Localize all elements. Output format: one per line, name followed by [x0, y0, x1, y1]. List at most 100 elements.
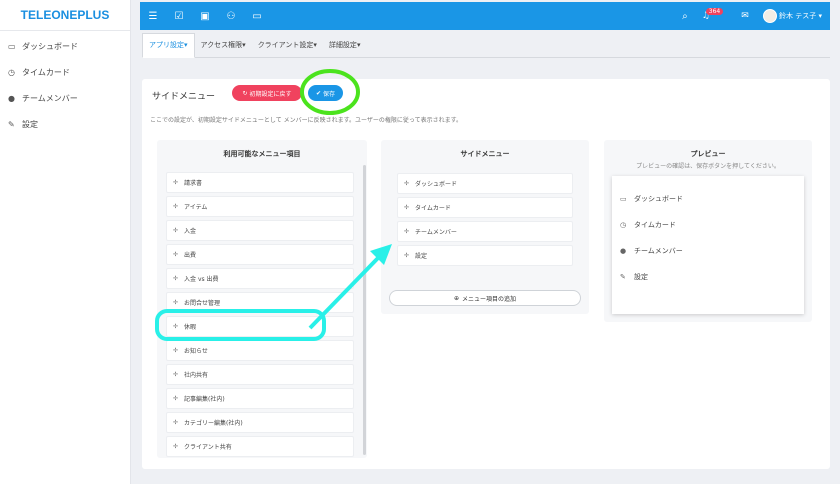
- menu-item[interactable]: ✢ 請求書: [166, 172, 354, 193]
- sidebar-item-timecard[interactable]: ◷ タイムカード: [0, 59, 130, 85]
- plus-circle-icon: ⊕: [453, 294, 459, 302]
- drag-handle-icon[interactable]: ✢: [173, 179, 178, 186]
- avatar: [762, 9, 777, 23]
- clock-icon: ◷: [620, 221, 627, 229]
- drag-handle-icon[interactable]: ✢: [173, 347, 178, 354]
- monitor-icon[interactable]: ▭: [244, 11, 270, 22]
- sidebar-item-label: 設定: [22, 119, 38, 129]
- drag-handle-icon[interactable]: ✢: [173, 323, 178, 330]
- tab-advanced[interactable]: 詳細設定▾: [323, 40, 367, 57]
- sidebar-item-team[interactable]: ● チームメンバー: [0, 85, 130, 111]
- drag-handle-icon[interactable]: ✢: [404, 204, 409, 211]
- menu-item-label: タイムカード: [415, 205, 451, 212]
- menu-item[interactable]: ✢ お問合せ管理: [166, 292, 354, 313]
- menu-item-label: カテゴリー編集(社内): [184, 420, 243, 427]
- drag-handle-icon[interactable]: ✢: [404, 180, 409, 187]
- menu-item[interactable]: ✢ カテゴリー編集(社内): [166, 412, 354, 433]
- top-bar: ☰ ☑ ▣ ⚇ ▭ ⌕ ♫364 ✉ 鈴木 テス子 ▾: [140, 2, 830, 30]
- section-title: サイドメニュー: [152, 92, 216, 102]
- checkbox-icon[interactable]: ☑: [166, 11, 192, 22]
- scrollbar[interactable]: [363, 165, 366, 455]
- user-menu[interactable]: 鈴木 テス子 ▾: [762, 9, 822, 23]
- menu-item[interactable]: ✢ ダッシュボード: [397, 173, 573, 194]
- notification-button[interactable]: ♫364: [702, 8, 728, 21]
- menu-item-label: クライアント共有: [184, 444, 232, 451]
- drag-handle-icon[interactable]: ✢: [173, 395, 178, 402]
- sidebar-item-dashboard[interactable]: ▭ ダッシュボード: [0, 33, 130, 59]
- sidebar-item-label: ダッシュボード: [22, 41, 78, 51]
- tab-label: アクセス権限: [200, 41, 243, 49]
- tab-label: クライアント設定: [257, 41, 314, 49]
- menu-item-label: チームメンバー: [415, 229, 457, 236]
- sidemenu-items-list: ✢ ダッシュボード ✢ タイムカード ✢ チームメンバー ✢ 設定: [397, 173, 573, 269]
- sidebar-item-settings[interactable]: ✎ 設定: [0, 111, 130, 137]
- user-name: 鈴木 テス子: [779, 12, 817, 20]
- menu-item[interactable]: ✢ 入金 vs 出費: [166, 268, 354, 289]
- refresh-icon: ↻: [242, 89, 248, 97]
- reset-label: 初期設定に戻す: [249, 90, 292, 98]
- add-label: メニュー項目の追加: [462, 295, 517, 303]
- drag-handle-icon[interactable]: ✢: [173, 251, 178, 258]
- save-button[interactable]: ✔ 保存: [308, 85, 343, 101]
- section-description: ここでの設定が、初期設定サイドメニューとして メンバーに反映されます。ユーザーの…: [150, 117, 462, 124]
- drag-handle-icon[interactable]: ✢: [404, 228, 409, 235]
- mail-icon[interactable]: ✉: [741, 11, 749, 21]
- menu-item-label: ダッシュボード: [415, 181, 458, 188]
- menu-item-label: お問合せ管理: [184, 300, 221, 307]
- add-menu-item-button[interactable]: ⊕ メニュー項目の追加: [389, 290, 581, 306]
- available-items-list: ✢ 請求書 ✢ アイテム ✢ 入金 ✢ 出費 ✢ 入金 vs 出費 ✢ お問合せ管理 ✢ 休暇 ✢ お知らせ ✢…: [166, 172, 354, 460]
- drag-handle-icon[interactable]: ✢: [173, 203, 178, 210]
- menu-item-label: 社内共有: [184, 372, 209, 379]
- wrench-icon: ✎: [8, 119, 15, 129]
- preview-item: ● チームメンバー: [612, 238, 804, 264]
- drag-handle-icon[interactable]: ✢: [173, 419, 178, 426]
- user-icon: ●: [620, 247, 627, 255]
- monitor-icon: ▭: [8, 41, 16, 51]
- wrench-icon: ✎: [620, 273, 626, 281]
- menu-item[interactable]: ✢ 休暇: [166, 316, 354, 337]
- menu-item-label: 請求書: [184, 180, 203, 187]
- sidemenu-title: サイドメニュー: [460, 150, 510, 158]
- menu-item[interactable]: ✢ 社内共有: [166, 364, 354, 385]
- drag-handle-icon[interactable]: ✢: [173, 275, 178, 282]
- available-items-panel: 利用可能なメニュー項目 ✢ 請求書 ✢ アイテム ✢ 入金 ✢ 出費 ✢ 入金 vs 出費 ✢ お問合…: [157, 140, 367, 458]
- menu-item-label: 入金: [184, 228, 197, 235]
- preview-item: ✎ 設定: [612, 264, 804, 290]
- menu-item[interactable]: ✢ 出費: [166, 244, 354, 265]
- monitor-icon: ▭: [620, 195, 627, 203]
- menu-item[interactable]: ✢ タイムカード: [397, 197, 573, 218]
- drag-handle-icon[interactable]: ✢: [173, 371, 178, 378]
- menu-item[interactable]: ✢ 記事編集(社内): [166, 388, 354, 409]
- drag-handle-icon[interactable]: ✢: [404, 252, 409, 259]
- preview-subtitle: プレビューの確認は、保存ボタンを押してください。: [636, 163, 780, 170]
- search-icon[interactable]: ⌕: [682, 11, 688, 22]
- tab-label: 詳細設定: [328, 41, 357, 49]
- menu-icon[interactable]: ☰: [140, 11, 166, 22]
- preview-sidebar: ▭ ダッシュボード ◷ タイムカード ● チームメンバー ✎ 設定: [612, 176, 804, 314]
- menu-item[interactable]: ✢ チームメンバー: [397, 221, 573, 242]
- menu-item[interactable]: ✢ 入金: [166, 220, 354, 241]
- reset-button[interactable]: ↻ 初期設定に戻す: [232, 85, 302, 101]
- app-logo[interactable]: TELEONEPLUS: [0, 0, 130, 31]
- menu-item[interactable]: ✢ 設定: [397, 245, 573, 266]
- settings-tabs: アプリ設定▾ アクセス権限▾ クライアント設定▾ 詳細設定▾: [142, 32, 830, 58]
- preview-item-label: 設定: [634, 273, 648, 281]
- menu-item[interactable]: ✢ クライアント共有: [166, 436, 354, 457]
- drag-handle-icon[interactable]: ✢: [173, 443, 178, 450]
- drag-handle-icon[interactable]: ✢: [173, 227, 178, 234]
- sidebar: TELEONEPLUS ▭ ダッシュボード ◷ タイムカード ● チームメンバー…: [0, 0, 131, 484]
- tab-label: アプリ設定: [149, 41, 184, 49]
- tab-app-settings[interactable]: アプリ設定▾: [142, 33, 195, 58]
- team-icon[interactable]: ⚇: [218, 11, 244, 22]
- tab-client[interactable]: クライアント設定▾: [252, 40, 323, 57]
- menu-item-label: 出費: [184, 252, 197, 259]
- tab-access[interactable]: アクセス権限▾: [195, 40, 252, 57]
- menu-item[interactable]: ✢ アイテム: [166, 196, 354, 217]
- drag-handle-icon[interactable]: ✢: [173, 299, 178, 306]
- available-items-title: 利用可能なメニュー項目: [223, 150, 301, 158]
- menu-item[interactable]: ✢ お知らせ: [166, 340, 354, 361]
- notification-badge: 364: [705, 8, 724, 15]
- briefcase-icon[interactable]: ▣: [192, 11, 218, 22]
- sidemenu-settings-card: サイドメニュー ↻ 初期設定に戻す ✔ 保存 ここでの設定が、初期設定サイドメニュー…: [142, 79, 830, 469]
- menu-item-label: アイテム: [184, 204, 208, 211]
